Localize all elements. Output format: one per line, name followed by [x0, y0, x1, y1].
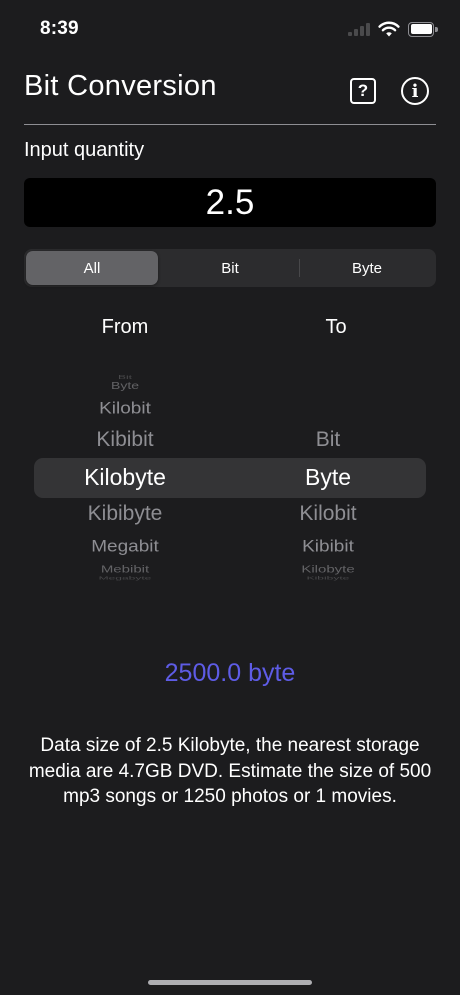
wifi-icon: [378, 21, 400, 37]
status-bar: 8:39: [0, 0, 460, 56]
battery-icon: [408, 21, 438, 37]
status-icons: [348, 20, 438, 38]
question-mark-square-icon: ?: [357, 81, 369, 100]
to-picker-item[interactable]: Kilobit: [243, 502, 413, 526]
status-time: 8:39: [40, 18, 79, 39]
header-divider: [24, 124, 436, 125]
segment-bit[interactable]: Bit: [162, 251, 298, 285]
from-picker-item-selected[interactable]: Kilobyte: [40, 464, 210, 491]
to-column-header: To: [325, 316, 347, 338]
home-indicator[interactable]: [148, 980, 312, 985]
unit-filter-segmented-control: All Bit Byte: [24, 249, 436, 287]
info-button[interactable]: i: [401, 77, 429, 105]
segment-all[interactable]: All: [26, 251, 158, 285]
to-picker-item[interactable]: Kilobyte: [243, 564, 413, 576]
storage-description: Data size of 2.5 Kilobyte, the nearest s…: [28, 735, 432, 807]
from-picker-item[interactable]: Mebibit: [40, 564, 210, 576]
from-picker-item[interactable]: Byte: [40, 379, 210, 391]
input-quantity-label: Input quantity: [24, 139, 145, 161]
from-picker-item[interactable]: Kibibyte: [40, 502, 210, 526]
cellular-signal-icon: [348, 22, 370, 36]
from-column-header: From: [101, 316, 149, 338]
from-picker-item[interactable]: Kibibit: [40, 428, 210, 452]
unit-picker[interactable]: Bit Byte Kilobit Kibibit Kilobyte Kibiby…: [0, 360, 460, 590]
conversion-result: 2500.0 byte: [164, 659, 296, 687]
from-picker-item[interactable]: Kilobit: [40, 399, 210, 418]
to-picker-item[interactable]: Kibibyte: [243, 575, 413, 581]
quantity-input[interactable]: [24, 178, 436, 227]
from-picker-item[interactable]: Megabit: [40, 537, 210, 556]
info-circle-icon: i: [411, 80, 419, 102]
help-button[interactable]: ?: [350, 78, 376, 104]
from-picker-item[interactable]: Megabyte: [40, 575, 210, 581]
to-picker-item[interactable]: Kibibit: [243, 537, 413, 556]
to-picker-item-selected[interactable]: Byte: [243, 464, 413, 491]
segment-byte[interactable]: Byte: [300, 251, 434, 285]
page-title: Bit Conversion: [24, 70, 217, 102]
to-picker-item[interactable]: Bit: [243, 428, 413, 452]
app-screen: 8:39 Bit Conversion ? i Input quantity A…: [0, 0, 460, 995]
